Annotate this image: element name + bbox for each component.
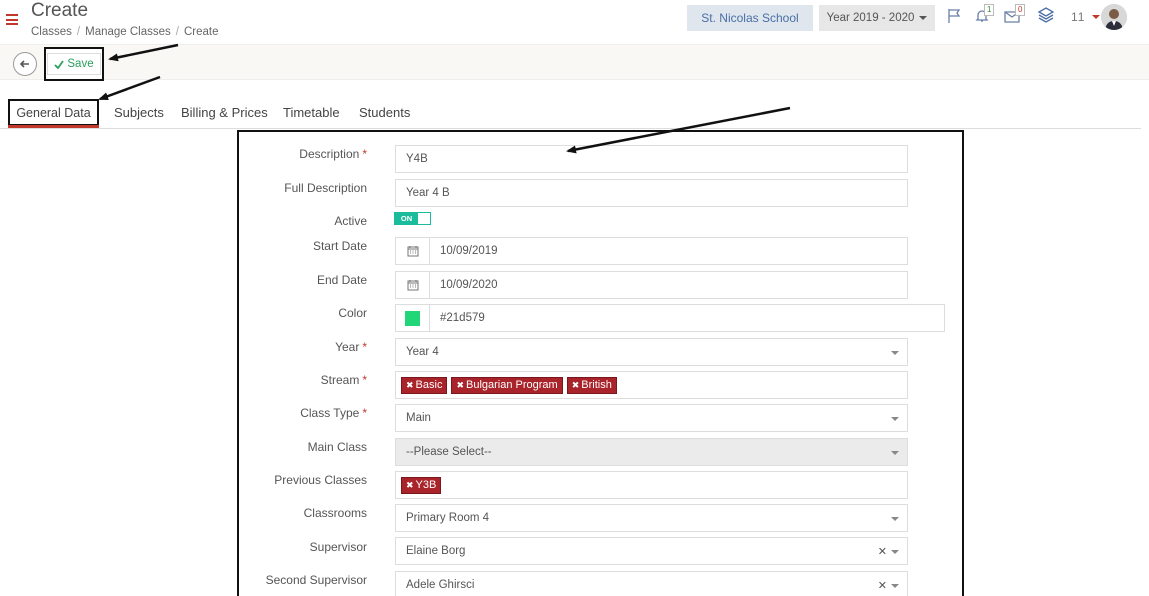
class-type-label: Class Type * [300,406,367,420]
second-supervisor-select[interactable]: Adele Ghirsci ✕ [395,571,908,596]
color-label: Color [338,306,367,320]
chevron-down-icon [919,16,928,20]
annotation-arrow-tab [98,75,161,101]
supervisor-select[interactable]: Elaine Borg ✕ [395,537,908,565]
tab-general-data[interactable]: General Data [8,99,99,126]
flag-icon[interactable] [947,8,963,24]
supervisor-value: Elaine Borg [406,545,466,557]
classrooms-value: Primary Room 4 [406,512,490,524]
user-menu-caret-icon[interactable] [1092,15,1100,19]
tab-students[interactable]: Students [359,105,410,120]
page-title: Create [31,0,89,21]
avatar[interactable] [1101,4,1127,30]
check-icon [54,59,65,69]
toolbar: Save [0,44,1149,81]
active-toggle[interactable]: ON [394,212,431,225]
save-button[interactable]: Save [47,53,101,75]
chevron-down-icon [891,584,899,588]
chevron-down-icon [891,417,899,421]
full-description-field[interactable]: Year 4 B [395,179,908,207]
supervisor-label: Supervisor [309,540,367,554]
main-class-select[interactable]: --Please Select-- [395,438,908,466]
stream-tag-bulgarian-program[interactable]: ✖ Bulgarian Program [451,376,563,394]
user-photo-icon [1101,4,1127,30]
main-class-label: Main Class [307,440,367,454]
remove-icon: ✖ [406,379,414,390]
tab-billing-prices[interactable]: Billing & Prices [181,105,268,120]
stream-tag-british[interactable]: ✖ British [566,376,617,394]
arrow-left-icon [19,60,29,68]
chevron-down-icon [891,451,899,455]
school-button[interactable]: St. Nicolas School [687,5,813,31]
end-date-label: End Date [316,273,367,287]
year-label: Year 2019 - 2020 [826,12,915,24]
message-badge: 0 [1015,4,1026,16]
active-label: Active [334,214,367,228]
color-value: #21d579 [440,312,485,324]
second-supervisor-label: Second Supervisor [265,573,367,587]
chevron-down-icon [891,550,899,554]
back-button[interactable] [13,52,37,76]
breadcrumb-create: Create [183,26,219,38]
classrooms-label: Classrooms [303,506,367,520]
tab-bar: General Data Subjects Billing & Prices T… [0,98,1141,129]
previous-classes-label: Previous Classes [274,473,367,487]
clear-icon[interactable]: ✕ [878,579,887,592]
year-select-value: Year 4 [406,346,439,358]
notification-badge: 1 [984,4,995,16]
color-swatch [405,310,420,326]
calendar-icon[interactable] [396,238,430,264]
toggle-on-label: ON [395,213,418,224]
layers-icon[interactable] [1037,7,1055,24]
save-label: Save [67,58,94,70]
user-count[interactable]: 11 [1071,10,1085,24]
color-swatch-addon[interactable] [396,305,430,331]
second-supervisor-value: Adele Ghirsci [406,579,475,591]
remove-icon: ✖ [406,479,414,490]
clear-icon[interactable]: ✕ [878,545,887,558]
start-date-field[interactable]: 10/09/2019 [395,237,908,265]
end-date-value: 10/09/2020 [440,279,498,291]
calendar-icon[interactable] [396,272,430,298]
classrooms-select[interactable]: Primary Room 4 [395,504,908,532]
chevron-down-icon [891,351,899,355]
stream-tag-basic[interactable]: ✖ Basic [401,376,448,394]
year-select[interactable]: Year 4 [395,338,908,366]
start-date-value: 10/09/2019 [440,245,498,257]
menu-icon[interactable] [6,14,18,25]
stream-label: Stream * [320,373,367,387]
description-label: Description * [299,147,367,161]
chevron-down-icon [891,517,899,521]
tab-timetable[interactable]: Timetable [283,105,340,120]
previous-class-tag-y3b[interactable]: ✖ Y3B [401,476,442,494]
end-date-field[interactable]: 10/09/2020 [395,271,908,299]
breadcrumb-manage-classes[interactable]: Manage Classes [85,26,171,38]
breadcrumb: Classes / Manage Classes / Create [31,26,219,38]
year-selector[interactable]: Year 2019 - 2020 [819,5,935,31]
active-tab-indicator [8,125,99,128]
class-type-select[interactable]: Main [395,404,908,432]
description-field[interactable]: Y4B [395,145,908,173]
main-class-value: --Please Select-- [406,446,492,458]
tab-subjects[interactable]: Subjects [114,105,164,120]
start-date-label: Start Date [312,239,367,253]
color-field[interactable]: #21d579 [395,304,945,332]
class-type-value: Main [406,412,431,424]
stream-multiselect[interactable]: ✖ Basic ✖ Bulgarian Program ✖ British [395,371,908,399]
full-description-label: Full Description [284,181,367,195]
breadcrumb-classes[interactable]: Classes [31,26,72,38]
save-button-highlight: Save [44,47,104,81]
remove-icon: ✖ [456,379,464,390]
previous-classes-multiselect[interactable]: ✖ Y3B [395,471,908,499]
remove-icon: ✖ [571,379,580,390]
year-field-label: Year * [335,340,367,354]
